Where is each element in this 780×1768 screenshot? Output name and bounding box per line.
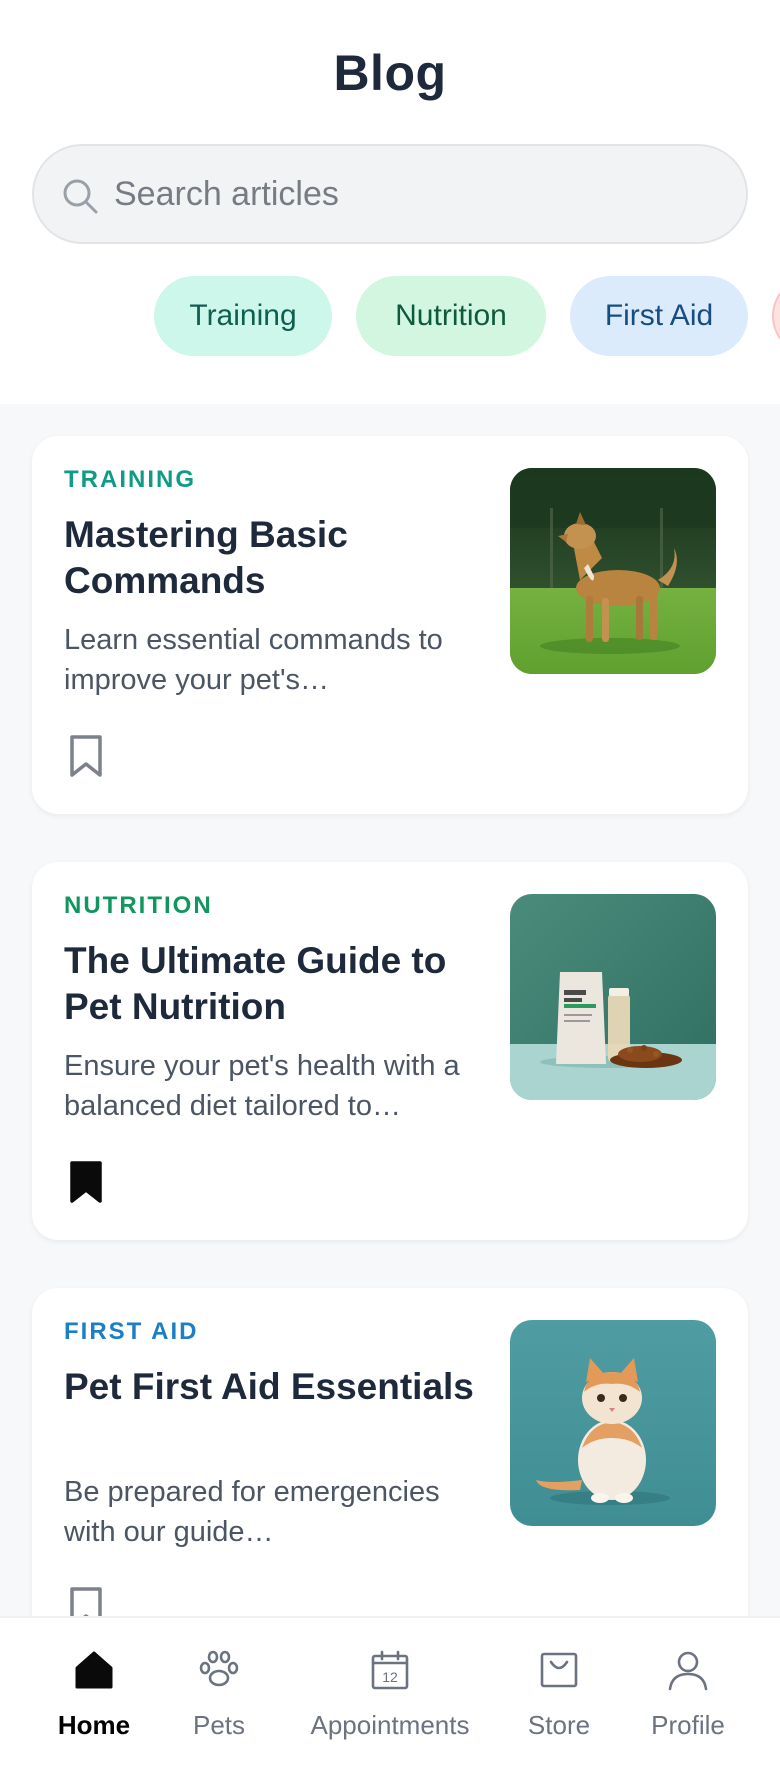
nav-appointments[interactable]: 12 Appointments — [300, 1648, 480, 1758]
nav-home[interactable]: Home — [44, 1648, 144, 1758]
article-category: FIRST AID — [64, 1318, 199, 1345]
category-chips: Training Nutrition First Aid — [0, 276, 780, 358]
search-icon — [63, 179, 98, 214]
page-title: Blog — [333, 45, 447, 101]
nav-store[interactable]: Store — [514, 1648, 604, 1758]
user-icon — [668, 1651, 708, 1691]
article-title[interactable]: Pet First Aid Essentials — [64, 1364, 484, 1410]
search-bar[interactable] — [32, 144, 748, 244]
nav-pets-label: Pets — [192, 1710, 246, 1740]
article-card[interactable]: FIRST AID Pet First Aid Essentials Be pr… — [32, 1288, 748, 1616]
nav-profile[interactable]: Profile — [638, 1648, 738, 1758]
article-title[interactable]: Mastering Basic Commands — [64, 512, 484, 604]
article-excerpt: Ensure your pet's health with a balanced… — [64, 1050, 460, 1122]
dog-on-grass-photo — [510, 468, 716, 674]
calendar-icon: 12 — [371, 1650, 409, 1690]
nav-pets[interactable]: Pets — [174, 1648, 264, 1758]
chip-first-aid[interactable]: First Aid — [570, 276, 748, 356]
nav-home-label: Home — [57, 1710, 131, 1740]
paw-icon — [199, 1650, 239, 1687]
nav-profile-label: Profile — [651, 1710, 725, 1740]
chip-nutrition[interactable]: Nutrition — [356, 276, 546, 356]
nav-appointments-label: Appointments — [310, 1710, 470, 1740]
article-category: TRAINING — [64, 466, 196, 493]
calendar-day-text: 12 — [382, 1669, 398, 1685]
search-input[interactable] — [114, 164, 714, 224]
cat-sitting-photo — [510, 1320, 716, 1526]
home-icon — [75, 1651, 113, 1689]
pet-food-bag-photo — [510, 894, 716, 1100]
article-category: NUTRITION — [64, 892, 213, 919]
article-excerpt: Be prepared for emergencies with our gui… — [64, 1476, 440, 1548]
bookmark-icon[interactable] — [68, 1586, 104, 1616]
article-excerpt: Learn essential commands to improve your… — [64, 624, 443, 696]
bookmark-filled-icon[interactable] — [68, 1160, 104, 1204]
bottom-navigation: Home Pets 12 Appointments Store Profile — [0, 1616, 780, 1768]
nav-store-label: Store — [527, 1710, 591, 1740]
article-title[interactable]: The Ultimate Guide to Pet Nutrition — [64, 938, 484, 1030]
article-card[interactable]: TRAINING Mastering Basic Commands Learn … — [32, 436, 748, 814]
chip-training[interactable]: Training — [154, 276, 332, 356]
app-header: Blog Training Nutrition First Aid — [0, 0, 780, 404]
shopping-bag-icon — [540, 1652, 578, 1688]
bookmark-icon[interactable] — [68, 734, 104, 778]
article-feed[interactable]: TRAINING Mastering Basic Commands Learn … — [0, 404, 780, 1616]
article-card[interactable]: NUTRITION The Ultimate Guide to Pet Nutr… — [32, 862, 748, 1240]
chip-more[interactable] — [772, 276, 780, 356]
